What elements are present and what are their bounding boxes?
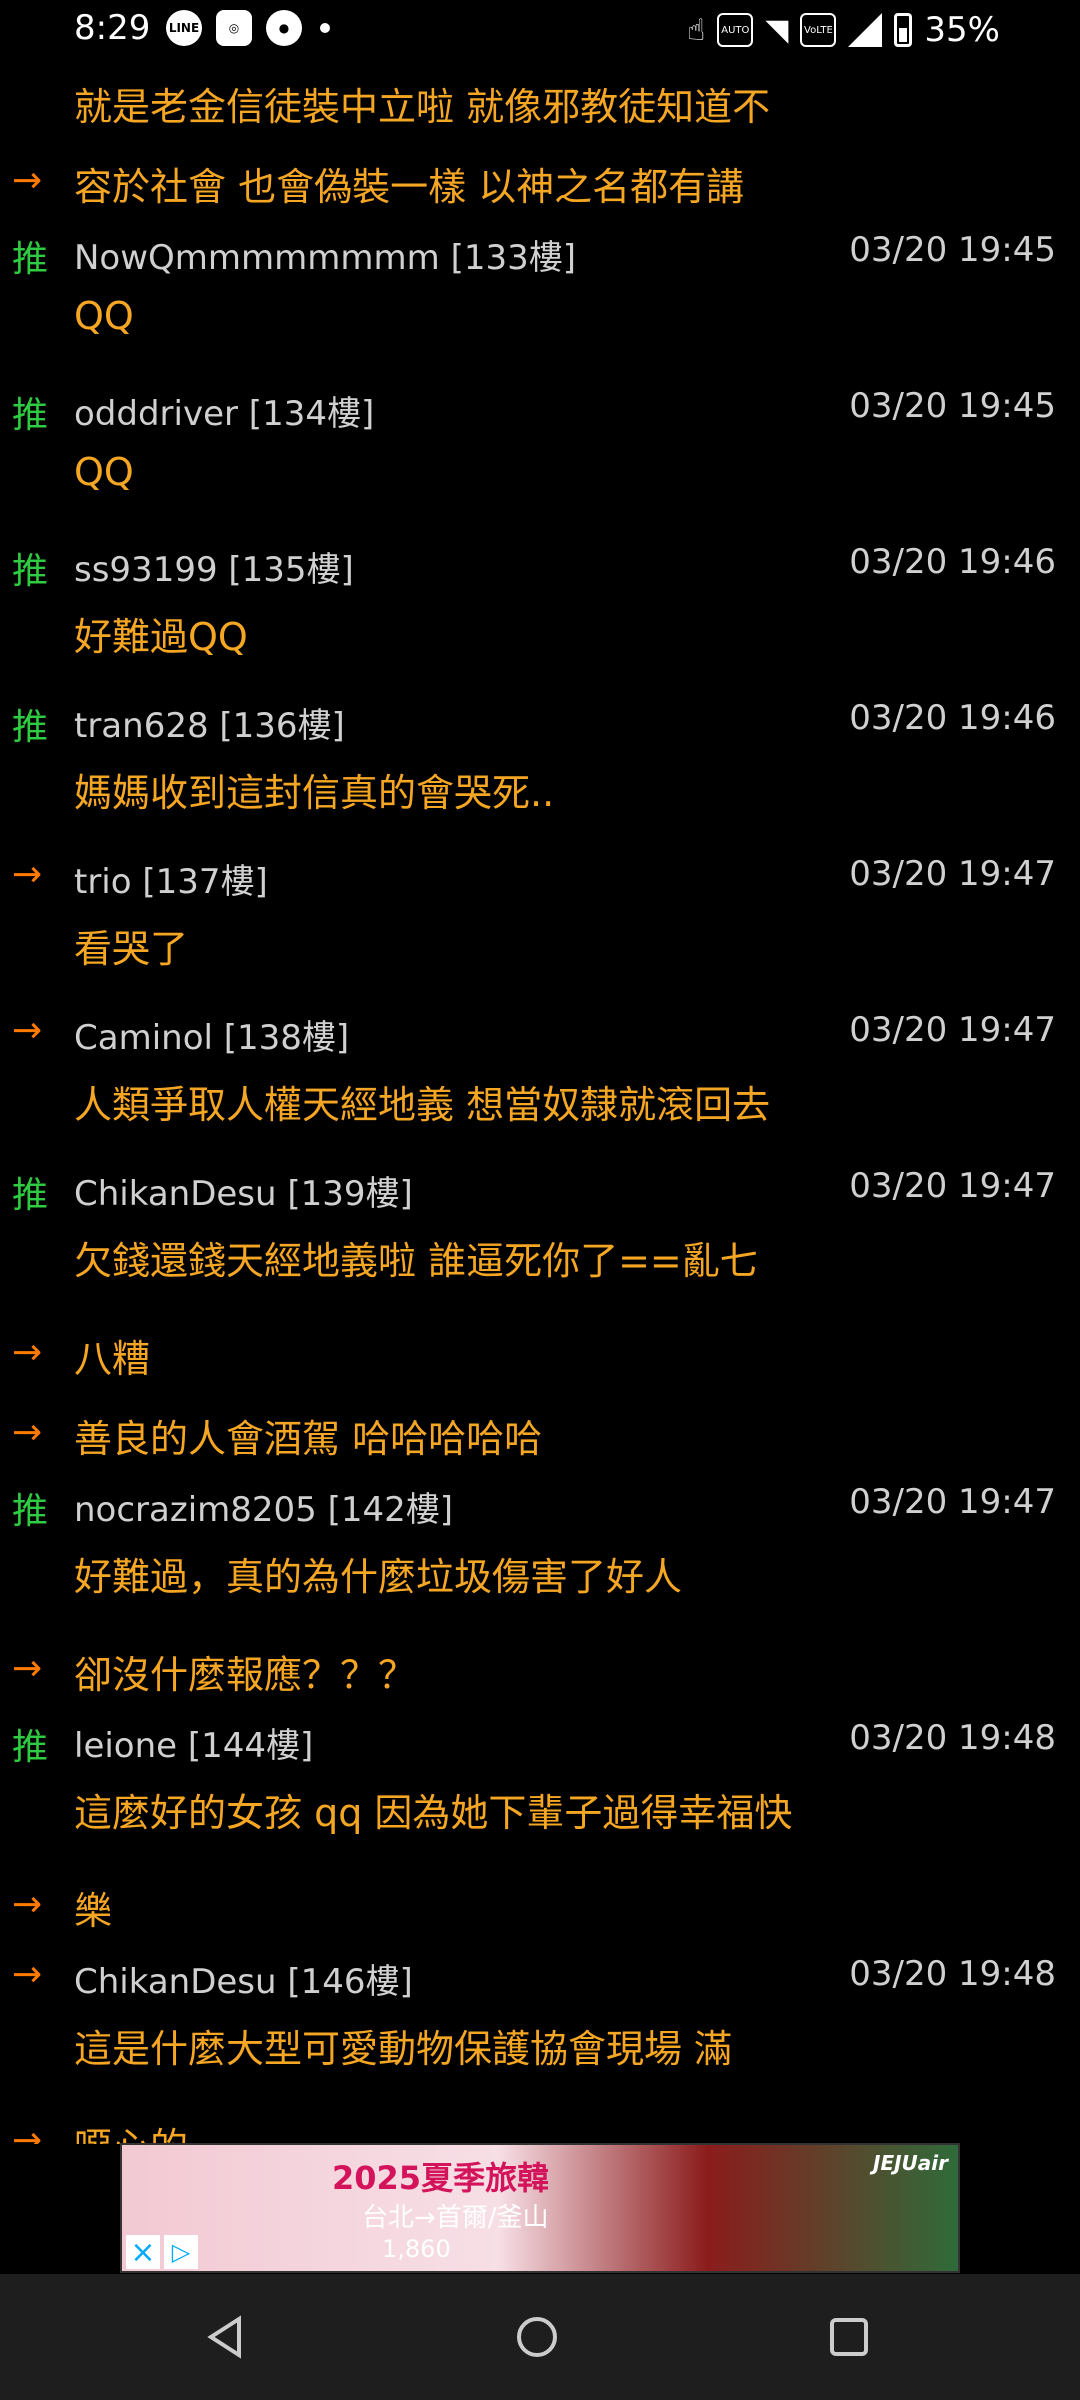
arrow-tag: → bbox=[12, 1954, 43, 1995]
comment-text-content: 容於社會 也會偽裝一樣 以神之名都有講 bbox=[74, 165, 745, 209]
navigation-bar bbox=[0, 2274, 1080, 2400]
wifi-6-icon: ◥ bbox=[765, 12, 789, 48]
comment-time: 03/20 19:47 bbox=[849, 854, 1056, 894]
comment-text-content: 人類爭取人權天經地義 想當奴隸就滾回去 bbox=[74, 1083, 771, 1127]
back-icon[interactable] bbox=[190, 2302, 260, 2372]
comment-time: 03/20 19:48 bbox=[849, 1718, 1056, 1758]
comment-time: 03/20 19:48 bbox=[849, 1954, 1056, 1994]
comment-text: 人類爭取人權天經地義 想當奴隸就滾回去 bbox=[0, 1066, 1080, 1154]
ad-banner[interactable]: 2025夏季旅韓 台北→首爾/釜山 1,860 JEJUair × ▷ bbox=[120, 2143, 960, 2273]
notification-icons: LINE ◎ ● bbox=[166, 10, 330, 46]
dot-icon bbox=[320, 23, 330, 33]
ad-route: 台北→首爾/釜山 bbox=[362, 2203, 549, 2233]
auto-hz-icon: AUTO bbox=[717, 13, 754, 47]
comment-text: 這是什麼大型可愛動物保護協會現場 滿 bbox=[0, 2010, 1080, 2098]
system-icons: ☝ AUTO ◥ VoLTE 35% bbox=[687, 10, 1000, 50]
comment-header: → trio [137樓] 03/20 19:47 bbox=[0, 842, 1080, 910]
comment-header: 推 tran628 [136樓] 03/20 19:46 bbox=[0, 686, 1080, 754]
comment-text: QQ bbox=[0, 442, 1080, 530]
line-icon: LINE bbox=[166, 10, 202, 46]
comment-header: → ChikanDesu [146樓] 03/20 19:48 bbox=[0, 1942, 1080, 2010]
comment-text: 這麼好的女孩 qq 因為她下輩子過得幸福快 bbox=[0, 1774, 1080, 1862]
push-tag: 推 bbox=[12, 707, 49, 748]
arrow-tag: → bbox=[12, 1884, 43, 1925]
arrow-tag: → bbox=[12, 1412, 43, 1453]
push-tag: 推 bbox=[12, 1175, 49, 1216]
comment-continuation: →噁心的 bbox=[0, 2098, 1080, 2144]
comment-time: 03/20 19:45 bbox=[849, 386, 1056, 426]
comment-text-content: 看哭了 bbox=[74, 927, 189, 971]
comment-continuation: → 八糟 bbox=[0, 1310, 1080, 1390]
comment-text-content: QQ bbox=[74, 294, 134, 338]
comment-header: → Caminol [138樓] 03/20 19:47 bbox=[0, 998, 1080, 1066]
recents-icon[interactable] bbox=[814, 2302, 884, 2372]
comment-text-content: 好難過QQ bbox=[74, 615, 248, 659]
comment-list[interactable]: 就是老金信徒裝中立啦 就像邪教徒知道不 → 容於社會 也會偽裝一樣 以神之名都有講推… bbox=[0, 58, 1080, 2144]
comment-text-content: 卻沒什麼報應？？？ bbox=[74, 1653, 417, 1697]
comment-text: 媽媽收到這封信真的會哭死.. bbox=[0, 754, 1080, 842]
comment-text: 好難過QQ bbox=[0, 598, 1080, 686]
status-time: 8:29 bbox=[74, 8, 151, 48]
comment-text-content: 媽媽收到這封信真的會哭死.. bbox=[74, 771, 555, 815]
battery-percent: 35% bbox=[924, 10, 1000, 50]
battery-icon bbox=[894, 13, 913, 47]
reddit-icon: ● bbox=[266, 10, 302, 46]
comment-text: QQ bbox=[0, 286, 1080, 374]
comment-header: 推 NowQmmmmmmmm [133樓] 03/20 19:45 bbox=[0, 218, 1080, 286]
close-icon[interactable]: × bbox=[126, 2235, 160, 2270]
comment-text-content: 好難過，真的為什麼垃圾傷害了好人 bbox=[74, 1555, 683, 1599]
push-tag: 推 bbox=[12, 395, 49, 436]
ad-price: 1,860 bbox=[382, 2235, 451, 2263]
comment-continuation: → 善良的人會酒駕 哈哈哈哈哈 bbox=[0, 1390, 1080, 1470]
arrow-tag: → bbox=[12, 1332, 43, 1373]
comment-header: 推 ChikanDesu [139樓] 03/20 19:47 bbox=[0, 1154, 1080, 1222]
arrow-tag: → bbox=[12, 854, 43, 895]
comment-text: 看哭了 bbox=[0, 910, 1080, 998]
ad-title: 2025夏季旅韓 bbox=[332, 2159, 550, 2197]
push-tag: 推 bbox=[12, 1727, 49, 1768]
comment-text: 好難過，真的為什麼垃圾傷害了好人 bbox=[0, 1538, 1080, 1626]
comment-header: 推 nocrazim8205 [142樓] 03/20 19:47 bbox=[0, 1470, 1080, 1538]
arrow-tag: → bbox=[12, 160, 43, 201]
arrow-tag: → bbox=[12, 1648, 43, 1689]
push-tag: 推 bbox=[12, 551, 49, 592]
comment-continuation: → 卻沒什麼報應？？？ bbox=[0, 1626, 1080, 1706]
touch-icon: ☝ bbox=[687, 12, 706, 48]
comment-time: 03/20 19:47 bbox=[849, 1166, 1056, 1206]
comment-text-content: 就是老金信徒裝中立啦 就像邪教徒知道不 bbox=[74, 85, 771, 129]
arrow-tag: → bbox=[12, 1010, 43, 1051]
comment-header: 推 ss93199 [135樓] 03/20 19:46 bbox=[0, 530, 1080, 598]
comment-text-content: QQ bbox=[74, 450, 134, 494]
comment-time: 03/20 19:45 bbox=[849, 230, 1056, 270]
push-tag: 推 bbox=[12, 1491, 49, 1532]
status-bar: 8:29 LINE ◎ ● ☝ AUTO ◥ VoLTE 35% bbox=[0, 0, 1080, 58]
comment-text-content: 八糟 bbox=[74, 1337, 151, 1381]
comment-text-content: 噁心的 bbox=[0, 2116, 1080, 2144]
comment-header: 推 leione [144樓] 03/20 19:48 bbox=[0, 1706, 1080, 1774]
comment-continuation: → 容於社會 也會偽裝一樣 以神之名都有講 bbox=[0, 138, 1080, 218]
comment-header: 推 odddriver [134樓] 03/20 19:45 bbox=[0, 374, 1080, 442]
zhangbao-icon: ◎ bbox=[216, 10, 252, 46]
comment-time: 03/20 19:47 bbox=[849, 1482, 1056, 1522]
comment-continuation: → 樂 bbox=[0, 1862, 1080, 1942]
ad-brand: JEJUair bbox=[873, 2151, 948, 2175]
push-tag: 推 bbox=[12, 239, 49, 280]
arrow-tag: → bbox=[12, 2120, 43, 2144]
signal-icon bbox=[848, 13, 883, 47]
comment-continuation: 就是老金信徒裝中立啦 就像邪教徒知道不 bbox=[0, 58, 1080, 138]
comment-text-content: 善良的人會酒駕 哈哈哈哈哈 bbox=[74, 1417, 543, 1461]
comment-time: 03/20 19:46 bbox=[849, 542, 1056, 582]
volte-icon: VoLTE bbox=[800, 13, 837, 47]
comment-text-content: 欠錢還錢天經地義啦 誰逼死你了==亂七 bbox=[74, 1239, 758, 1283]
comment-time: 03/20 19:46 bbox=[849, 698, 1056, 738]
comment-text-content: 這是什麼大型可愛動物保護協會現場 滿 bbox=[74, 2027, 733, 2071]
comment-text-content: 這麼好的女孩 qq 因為她下輩子過得幸福快 bbox=[74, 1791, 793, 1835]
comment-text: 欠錢還錢天經地義啦 誰逼死你了==亂七 bbox=[0, 1222, 1080, 1310]
home-icon[interactable] bbox=[502, 2302, 572, 2372]
adchoices-icon[interactable]: ▷ bbox=[164, 2235, 198, 2269]
comment-text-content: 樂 bbox=[74, 1889, 113, 1933]
comment-time: 03/20 19:47 bbox=[849, 1010, 1056, 1050]
